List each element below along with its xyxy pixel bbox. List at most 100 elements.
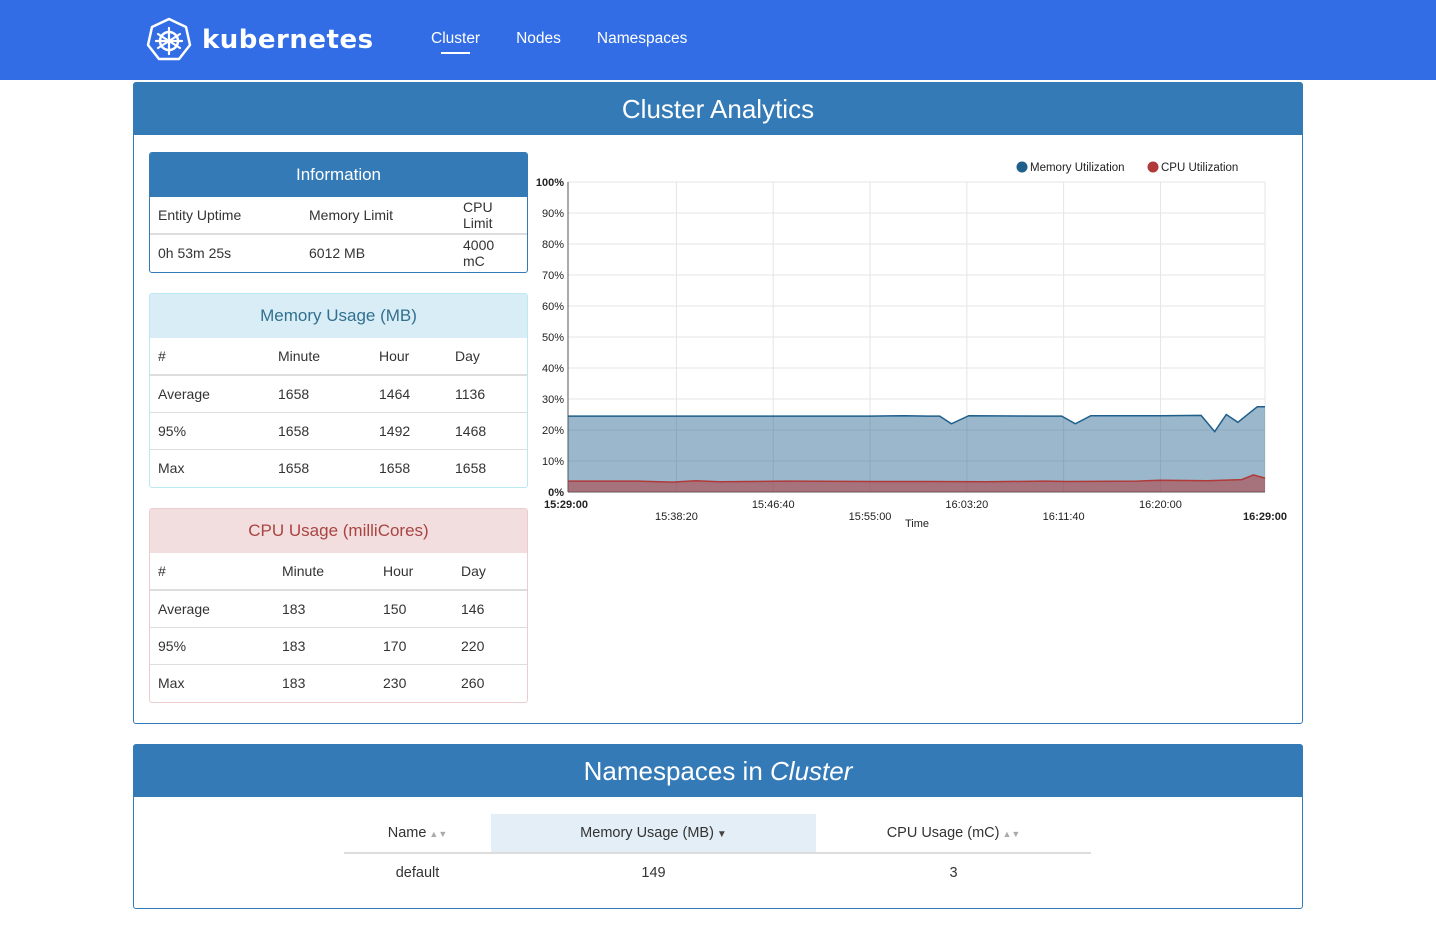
sort-by-name[interactable]: Name ▲︎▼︎ bbox=[344, 814, 491, 854]
table-row: Average 1658 1464 1136 bbox=[150, 374, 527, 413]
cell: 183 bbox=[274, 589, 375, 628]
sort-icon: ▲︎▼︎ bbox=[1002, 829, 1021, 839]
cell: 150 bbox=[375, 589, 453, 628]
y-tick-label: 70% bbox=[542, 270, 564, 282]
sort-by-cpu[interactable]: CPU Usage (mC) ▲︎▼︎ bbox=[816, 814, 1091, 854]
x-tick-label: 16:29:00 bbox=[1243, 511, 1287, 523]
x-tick-label: 16:20:00 bbox=[1139, 499, 1182, 511]
memory-limit-value: 6012 MB bbox=[301, 233, 455, 271]
y-tick-label: 0% bbox=[548, 487, 564, 499]
x-tick-label: 15:46:40 bbox=[752, 499, 795, 511]
table-row: Max 1658 1658 1658 bbox=[150, 449, 527, 486]
legend-item: Memory Utilization bbox=[1030, 162, 1125, 174]
main-nav: Cluster Nodes Namespaces bbox=[431, 30, 723, 54]
cell: 1658 bbox=[371, 449, 447, 486]
y-tick-label: 10% bbox=[542, 456, 564, 468]
table-row: Average 183 150 146 bbox=[150, 589, 527, 628]
top-navbar: kubernetes Cluster Nodes Namespaces bbox=[0, 0, 1436, 80]
x-tick-label: 15:55:00 bbox=[849, 511, 892, 523]
y-tick-label: 90% bbox=[542, 208, 564, 220]
namespaces-title-entity: Cluster bbox=[770, 756, 853, 786]
uptime-header: Entity Uptime bbox=[158, 207, 242, 223]
cpu-limit-header: CPU Limit bbox=[463, 199, 493, 231]
x-tick-label: 15:38:20 bbox=[655, 511, 698, 523]
namespace-memory: 149 bbox=[641, 865, 666, 881]
cell: 260 bbox=[453, 664, 527, 701]
cell: 1492 bbox=[371, 412, 447, 450]
legend-swatch bbox=[1147, 161, 1159, 173]
cell: 1464 bbox=[371, 374, 447, 413]
table-row[interactable]: default 149 3 bbox=[344, 853, 1091, 892]
cell: 1658 bbox=[270, 412, 371, 450]
information-table: Entity Uptime Memory Limit CPU Limit 0h … bbox=[150, 197, 527, 271]
col-header: Day bbox=[447, 338, 527, 376]
cell: 170 bbox=[375, 627, 453, 665]
cell: 1658 bbox=[447, 449, 527, 486]
namespaces-table: Name ▲︎▼︎ Memory Usage (MB) ▼ CPU Usage (m… bbox=[344, 814, 1091, 892]
cell: Max bbox=[150, 664, 274, 701]
namespace-name-link[interactable]: default bbox=[344, 853, 491, 892]
y-tick-label: 40% bbox=[542, 363, 564, 375]
col-header: Hour bbox=[371, 338, 447, 376]
sort-desc-icon: ▼ bbox=[716, 829, 727, 840]
utilization-chart-svg: 0% 10% 20% 30% 40% 50% 60% 70% 80% 90% 100% 15:29:0… bbox=[536, 161, 1287, 530]
column-name-label: Name bbox=[387, 825, 427, 841]
col-header: Day bbox=[453, 553, 527, 591]
y-tick-label: 80% bbox=[542, 239, 564, 251]
table-row: 95% 1658 1492 1468 bbox=[150, 412, 527, 450]
cell: 95% bbox=[150, 412, 270, 450]
y-tick-label: 20% bbox=[542, 425, 564, 437]
table-row: Max 183 230 260 bbox=[150, 664, 527, 701]
memory-limit-header: Memory Limit bbox=[309, 207, 394, 223]
cell: 220 bbox=[453, 627, 527, 665]
information-panel: Information Entity Uptime Memory Limit C… bbox=[149, 152, 528, 273]
y-tick-label: 60% bbox=[542, 301, 564, 313]
nav-nodes[interactable]: Nodes bbox=[516, 30, 561, 54]
sort-icon: ▲︎▼︎ bbox=[429, 829, 448, 839]
memory-usage-table: # Minute Hour Day Average 1658 1464 1136… bbox=[150, 338, 527, 486]
cell: 1468 bbox=[447, 412, 527, 450]
col-header: Hour bbox=[375, 553, 453, 591]
nav-cluster[interactable]: Cluster bbox=[431, 30, 480, 54]
utilization-chart: 0% 10% 20% 30% 40% 50% 60% 70% 80% 90% 100% 15:29:0… bbox=[530, 150, 1290, 540]
cpu-usage-panel: CPU Usage (milliCores) # Minute Hour Day… bbox=[149, 508, 528, 703]
col-header: Minute bbox=[274, 553, 375, 591]
namespaces-title-prefix: Namespaces in bbox=[583, 756, 763, 786]
cell: Average bbox=[150, 374, 270, 413]
memory-usage-panel: Memory Usage (MB) # Minute Hour Day Aver… bbox=[149, 293, 528, 488]
series-area-memory bbox=[568, 406, 1265, 492]
y-tick-label: 50% bbox=[542, 332, 564, 344]
brand-logo[interactable]: kubernetes bbox=[146, 17, 374, 62]
legend-item: CPU Utilization bbox=[1161, 162, 1238, 174]
cell: 146 bbox=[453, 589, 527, 628]
x-tick-label: 16:03:20 bbox=[945, 499, 988, 511]
cell: 183 bbox=[274, 664, 375, 701]
x-tick-label: 16:11:40 bbox=[1043, 511, 1085, 523]
cpu-usage-table: # Minute Hour Day Average 183 150 146 95… bbox=[150, 553, 527, 701]
memory-usage-title: Memory Usage (MB) bbox=[150, 294, 527, 338]
brand-name: kubernetes bbox=[202, 25, 374, 55]
x-axis-label: Time bbox=[905, 518, 929, 530]
cell: Average bbox=[150, 589, 274, 628]
namespaces-title: Namespaces in Cluster bbox=[134, 745, 1302, 797]
namespace-cpu: 3 bbox=[949, 865, 958, 881]
cluster-analytics-title: Cluster Analytics bbox=[134, 83, 1302, 135]
x-tick-label: 15:29:00 bbox=[544, 499, 588, 511]
table-row: 95% 183 170 220 bbox=[150, 627, 527, 665]
cell: 183 bbox=[274, 627, 375, 665]
column-memory-label: Memory Usage (MB) bbox=[580, 825, 714, 841]
cell: 1658 bbox=[270, 449, 371, 486]
sort-by-memory[interactable]: Memory Usage (MB) ▼ bbox=[491, 814, 816, 854]
cell: Max bbox=[150, 449, 270, 486]
cpu-usage-title: CPU Usage (milliCores) bbox=[150, 509, 527, 553]
legend-swatch bbox=[1016, 161, 1028, 173]
uptime-value: 0h 53m 25s bbox=[150, 233, 301, 271]
information-title: Information bbox=[150, 153, 527, 197]
y-tick-label: 30% bbox=[542, 394, 564, 406]
kubernetes-helm-icon bbox=[146, 17, 192, 61]
nav-namespaces[interactable]: Namespaces bbox=[597, 30, 687, 54]
column-cpu-label: CPU Usage (mC) bbox=[886, 825, 1000, 841]
cell: 1658 bbox=[270, 374, 371, 413]
col-header: # bbox=[150, 338, 270, 376]
cell: 230 bbox=[375, 664, 453, 701]
